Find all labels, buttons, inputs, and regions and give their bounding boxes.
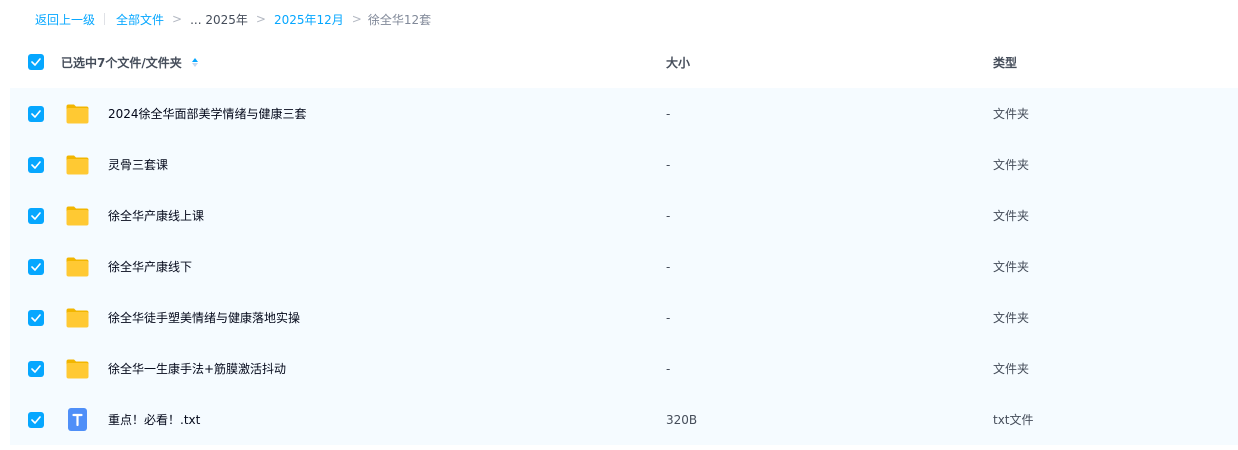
back-link[interactable]: 返回上一级	[35, 11, 95, 28]
file-type: 文件夹	[993, 362, 1030, 376]
breadcrumb-separator: >	[255, 12, 266, 26]
check-icon	[31, 365, 41, 373]
folder-icon	[65, 152, 90, 177]
breadcrumb-separator: >	[172, 12, 183, 26]
file-type: 文件夹	[993, 311, 1030, 325]
file-type: txt文件	[993, 413, 1034, 427]
name-column-header[interactable]: 已选中7个文件/文件夹	[61, 40, 200, 84]
folder-icon	[65, 305, 90, 330]
row-checkbox[interactable]	[28, 259, 44, 275]
file-size: -	[666, 157, 671, 172]
breadcrumb-separator: >	[351, 12, 362, 26]
file-name[interactable]: 徐全华产康线上课	[108, 190, 204, 241]
breadcrumb-divider	[104, 13, 106, 25]
row-checkbox[interactable]	[28, 157, 44, 173]
file-name[interactable]: 徐全华一生康手法+筋膜激活抖动	[108, 343, 286, 394]
file-row[interactable]: 徐全华徒手塑美情绪与健康落地实操 - 文件夹	[10, 292, 1238, 343]
file-type: 文件夹	[993, 158, 1030, 172]
row-checkbox[interactable]	[28, 106, 44, 122]
file-size: 320B	[666, 412, 698, 427]
file-row[interactable]: 2024徐全华面部美学情绪与健康三套 - 文件夹	[10, 88, 1238, 139]
check-icon	[31, 416, 41, 424]
row-checkbox[interactable]	[28, 310, 44, 326]
folder-icon	[65, 254, 90, 279]
file-list: 2024徐全华面部美学情绪与健康三套 - 文件夹 灵骨三套课 - 文件夹 徐全华产康线上课 -…	[10, 88, 1238, 445]
file-name[interactable]: 重点！必看！.txt	[108, 394, 200, 445]
breadcrumb-current: 徐全华12套	[367, 12, 432, 27]
text-file-icon	[65, 407, 90, 432]
check-icon	[31, 110, 41, 118]
row-checkbox[interactable]	[28, 208, 44, 224]
sort-icon[interactable]	[191, 56, 200, 68]
breadcrumb-all-files[interactable]: 全部文件	[116, 11, 164, 28]
row-checkbox[interactable]	[28, 412, 44, 428]
list-header: 已选中7个文件/文件夹 大小 类型	[10, 40, 1238, 84]
file-row[interactable]: 徐全华一生康手法+筋膜激活抖动 - 文件夹	[10, 343, 1238, 394]
file-browser: 返回上一级 全部文件 > ... 2025年 > 2025年12月 > 徐全华1…	[0, 0, 1238, 450]
file-name[interactable]: 灵骨三套课	[108, 139, 168, 190]
size-column-header[interactable]: 大小	[666, 40, 690, 84]
folder-icon	[65, 101, 90, 126]
file-size: -	[666, 310, 671, 325]
file-type: 文件夹	[993, 260, 1030, 274]
file-row[interactable]: 徐全华产康线下 - 文件夹	[10, 241, 1238, 292]
breadcrumb-2025-12[interactable]: 2025年12月	[274, 11, 344, 28]
file-type: 文件夹	[993, 209, 1030, 223]
file-row[interactable]: 灵骨三套课 - 文件夹	[10, 139, 1238, 190]
check-icon	[31, 161, 41, 169]
check-icon	[31, 212, 41, 220]
select-all-checkbox[interactable]	[28, 54, 44, 70]
selection-count-label: 已选中7个文件/文件夹	[61, 55, 182, 70]
type-column-header[interactable]: 类型	[993, 40, 1017, 84]
file-size: -	[666, 361, 671, 376]
breadcrumb-2025[interactable]: ... 2025年	[190, 11, 248, 28]
file-name[interactable]: 2024徐全华面部美学情绪与健康三套	[108, 88, 307, 139]
file-name[interactable]: 徐全华徒手塑美情绪与健康落地实操	[108, 292, 300, 343]
file-row[interactable]: 重点！必看！.txt 320B txt文件	[10, 394, 1238, 445]
check-icon	[31, 314, 41, 322]
folder-icon	[65, 203, 90, 228]
breadcrumb: 返回上一级 全部文件 > ... 2025年 > 2025年12月 > 徐全华1…	[35, 8, 431, 30]
file-type: 文件夹	[993, 107, 1030, 121]
file-size: -	[666, 259, 671, 274]
row-checkbox[interactable]	[28, 361, 44, 377]
file-row[interactable]: 徐全华产康线上课 - 文件夹	[10, 190, 1238, 241]
file-size: -	[666, 208, 671, 223]
file-size: -	[666, 106, 671, 121]
folder-icon	[65, 356, 90, 381]
check-icon	[31, 58, 41, 66]
check-icon	[31, 263, 41, 271]
file-name[interactable]: 徐全华产康线下	[108, 241, 192, 292]
